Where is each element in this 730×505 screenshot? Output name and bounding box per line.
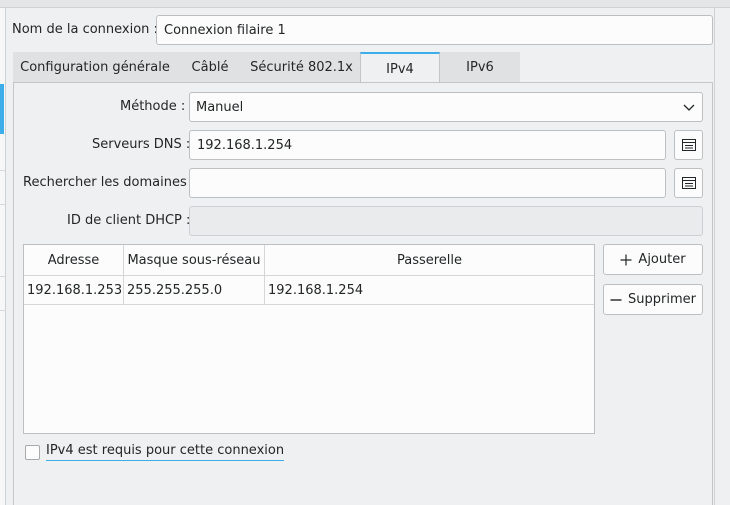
method-label: Méthode : bbox=[120, 99, 186, 114]
list-separator bbox=[0, 170, 6, 171]
dns-value: 192.168.1.254 bbox=[197, 137, 293, 153]
tab-ipv6[interactable]: IPv6 bbox=[440, 52, 520, 83]
method-value: Manuel bbox=[196, 99, 244, 115]
list-separator bbox=[0, 204, 6, 205]
tab-wired-label: Câblé bbox=[191, 60, 229, 75]
tab-wired[interactable]: Câblé bbox=[177, 52, 243, 83]
ipv4-required-checkbox[interactable] bbox=[25, 445, 40, 460]
tab-ipv6-label: IPv6 bbox=[466, 60, 494, 75]
add-address-button[interactable]: Ajouter bbox=[603, 244, 703, 275]
tab-security[interactable]: Sécurité 802.1x bbox=[243, 52, 360, 83]
tab-general-label: Configuration générale bbox=[20, 60, 170, 75]
search-domains-edit-button[interactable] bbox=[674, 168, 703, 198]
remove-address-label: Supprimer bbox=[628, 292, 696, 307]
connection-name-value: Connexion filaire 1 bbox=[164, 22, 286, 38]
dns-input[interactable]: 192.168.1.254 bbox=[189, 130, 666, 160]
cell-netmask[interactable]: 255.255.255.0 bbox=[124, 276, 265, 304]
ipv4-required-label[interactable]: IPv4 est requis pour cette connexion bbox=[46, 443, 285, 461]
search-domains-label: Rechercher les domaines : bbox=[23, 175, 196, 190]
window-right-edge bbox=[714, 8, 730, 505]
tab-general[interactable]: Configuration générale bbox=[13, 52, 177, 83]
address-table-header: Adresse Masque sous-réseau Passerelle bbox=[24, 245, 594, 276]
cell-gateway[interactable]: 192.168.1.254 bbox=[265, 276, 594, 304]
list-separator bbox=[0, 310, 6, 311]
column-header-netmask[interactable]: Masque sous-réseau bbox=[124, 245, 265, 276]
remove-address-button[interactable]: Supprimer bbox=[603, 284, 703, 315]
search-domains-input[interactable] bbox=[189, 168, 666, 198]
connection-list-edge bbox=[0, 8, 6, 505]
tab-ipv4[interactable]: IPv4 bbox=[360, 52, 440, 84]
table-row[interactable]: 192.168.1.253 255.255.255.0 192.168.1.25… bbox=[24, 276, 594, 305]
address-table[interactable]: Adresse Masque sous-réseau Passerelle 19… bbox=[23, 244, 595, 434]
selected-connection-indicator bbox=[0, 84, 4, 134]
list-separator bbox=[0, 276, 6, 277]
dhcp-client-id-label: ID de client DHCP : bbox=[67, 213, 191, 228]
window-top-edge bbox=[0, 0, 730, 8]
plus-icon bbox=[620, 254, 632, 265]
connection-name-field[interactable]: Connexion filaire 1 bbox=[156, 15, 713, 45]
edit-list-icon bbox=[681, 139, 696, 151]
column-header-gateway[interactable]: Passerelle bbox=[265, 245, 594, 276]
dhcp-client-id-input bbox=[189, 206, 703, 236]
column-header-address[interactable]: Adresse bbox=[24, 245, 124, 276]
tab-security-label: Sécurité 802.1x bbox=[250, 60, 353, 75]
dns-label: Serveurs DNS : bbox=[92, 137, 191, 152]
dns-edit-button[interactable] bbox=[674, 130, 703, 160]
chevron-down-icon bbox=[683, 104, 695, 111]
tab-ipv4-label: IPv4 bbox=[386, 61, 414, 77]
connection-name-label: Nom de la connexion : bbox=[12, 22, 158, 37]
method-select[interactable]: Manuel bbox=[189, 92, 703, 122]
add-address-label: Ajouter bbox=[638, 252, 686, 267]
minus-icon bbox=[610, 298, 622, 301]
cell-address[interactable]: 192.168.1.253 bbox=[24, 276, 124, 304]
edit-list-icon bbox=[681, 177, 696, 189]
